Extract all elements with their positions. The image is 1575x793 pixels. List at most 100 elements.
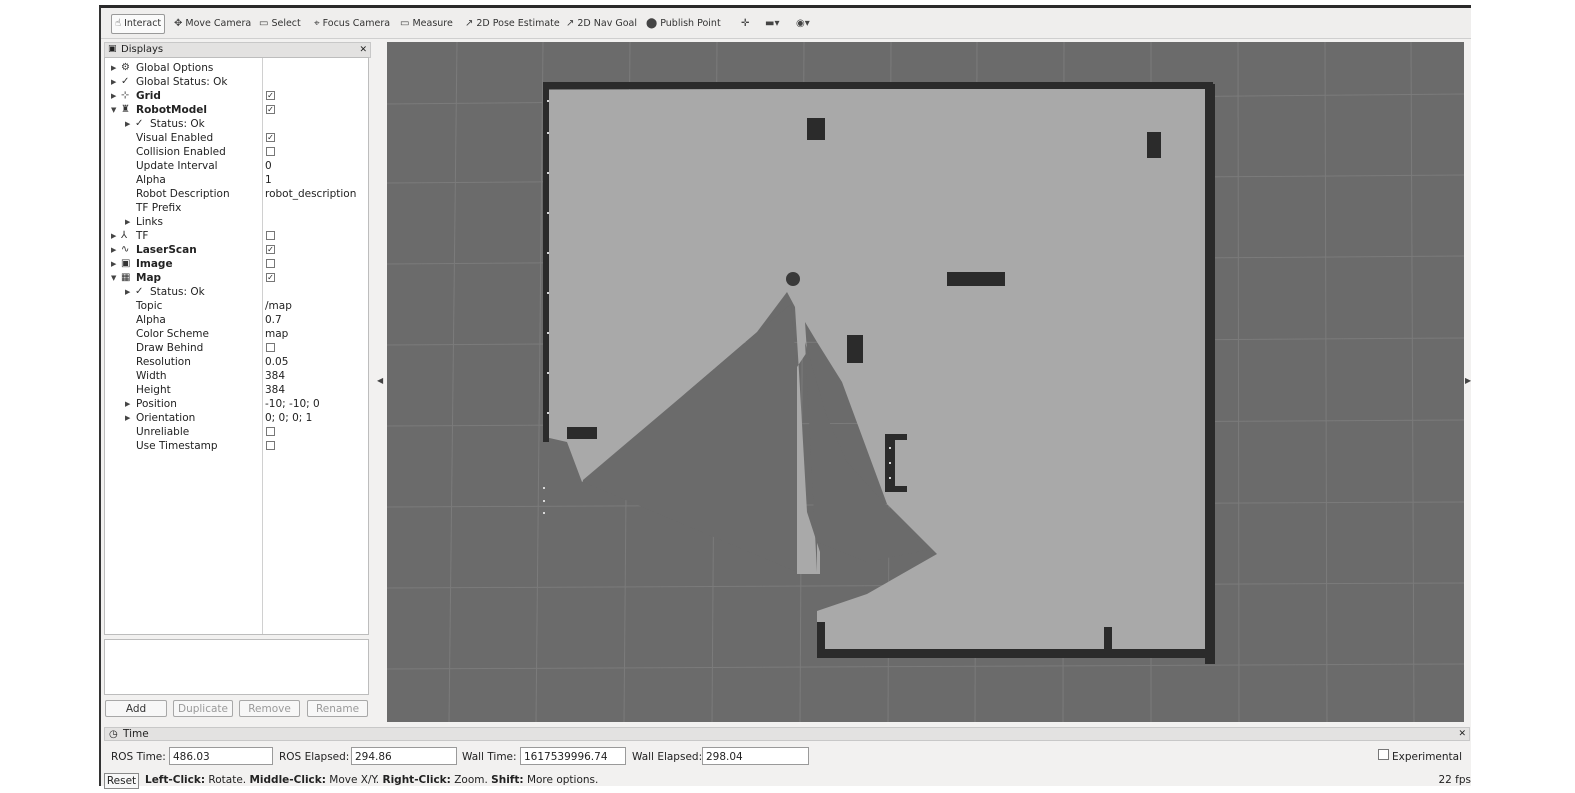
interact-tool[interactable]: ☝ Interact xyxy=(111,14,166,34)
draw-behind-checkbox[interactable] xyxy=(266,343,275,352)
render-viewport[interactable] xyxy=(387,42,1464,722)
image-icon: ▣ xyxy=(121,258,131,269)
laser-wave-icon: ∿ xyxy=(121,244,130,255)
experimental-label: Experimental xyxy=(1392,751,1463,763)
close-icon[interactable]: ✕ xyxy=(359,43,367,57)
topic-value[interactable]: /map xyxy=(265,299,292,313)
select-tool[interactable]: ▭ Select xyxy=(259,15,301,33)
mouse-hint: Left-Click: Rotate. Middle-Click: Move X… xyxy=(145,774,599,786)
tree-row-robot-description: Robot Description robot_description xyxy=(136,187,357,201)
collapse-arrow-icon[interactable]: ▼ xyxy=(111,103,116,117)
expand-arrow-icon[interactable]: ▶ xyxy=(111,75,116,89)
collapse-arrow-icon[interactable]: ▼ xyxy=(111,271,116,285)
move-camera-tool[interactable]: ✥ Move Camera xyxy=(174,15,251,33)
expand-arrow-icon[interactable]: ▶ xyxy=(125,397,130,411)
displays-tree: ▶ ⚙ Global Options ▶ ✓ Global Status: Ok ▶ ⊹ G… xyxy=(104,57,369,635)
publish-point-tool[interactable]: ⬤ Publish Point xyxy=(646,15,721,33)
color-scheme-value[interactable]: map xyxy=(265,327,288,341)
width-value[interactable]: 384 xyxy=(265,369,285,383)
ros-elapsed-label: ROS Elapsed: xyxy=(279,751,350,763)
tree-row-image[interactable]: ▶ ▣ Image xyxy=(105,257,368,271)
tree-row-map[interactable]: ▼ ▦ Map ✓ xyxy=(105,271,368,285)
nav-goal-tool[interactable]: ↗ 2D Nav Goal xyxy=(566,15,637,33)
expand-arrow-icon[interactable]: ▶ xyxy=(125,117,130,131)
image-checkbox[interactable] xyxy=(266,259,275,268)
wall-elapsed-field[interactable]: 298.04 xyxy=(702,747,809,765)
remove-button[interactable]: Remove xyxy=(239,700,300,717)
expand-arrow-icon[interactable]: ▶ xyxy=(125,411,130,425)
robot-icon: ♜ xyxy=(121,104,130,115)
expand-arrow-icon[interactable]: ▶ xyxy=(111,229,116,243)
tree-row-alpha: Alpha 1 xyxy=(136,173,272,187)
measure-tool[interactable]: ▭ Measure xyxy=(400,15,453,33)
status-bar: Reset Left-Click: Rotate. Middle-Click: … xyxy=(101,772,1471,789)
grid-checkbox[interactable]: ✓ xyxy=(266,91,275,100)
move-camera-icon: ✥ xyxy=(174,18,183,29)
tree-row-robotmodel[interactable]: ▼ ♜ RobotModel ✓ xyxy=(105,103,368,117)
expand-arrow-icon[interactable]: ▶ xyxy=(111,61,116,75)
time-title: Time xyxy=(123,728,149,740)
remove-tool-button[interactable]: ▬▾ xyxy=(765,15,782,33)
expand-arrow-icon[interactable]: ▶ xyxy=(111,243,116,257)
pose-arrow-icon: ↗ xyxy=(465,18,474,29)
add-tool-button[interactable]: ✛ xyxy=(741,15,752,33)
rename-button[interactable]: Rename xyxy=(307,700,368,717)
free-space xyxy=(545,87,1211,657)
clock-icon: ◷ xyxy=(109,729,118,740)
laserscan-checkbox[interactable]: ✓ xyxy=(266,245,275,254)
focus-camera-tool[interactable]: ⌖ Focus Camera xyxy=(314,15,390,33)
collapse-right-panel-icon[interactable]: ▶ xyxy=(1465,376,1471,385)
alpha-value[interactable]: 1 xyxy=(265,173,272,187)
wall-time-field[interactable]: 1617539996.74 xyxy=(520,747,626,765)
tree-row-width: Width 384 xyxy=(136,369,286,383)
expand-arrow-icon[interactable]: ▶ xyxy=(111,89,116,103)
collision-enabled-checkbox[interactable] xyxy=(266,147,275,156)
tree-row-grid[interactable]: ▶ ⊹ Grid ✓ xyxy=(105,89,368,103)
nav-arrow-icon: ↗ xyxy=(566,18,575,29)
experimental-checkbox[interactable] xyxy=(1378,749,1389,760)
duplicate-button[interactable]: Duplicate xyxy=(173,700,233,717)
add-button[interactable]: Add xyxy=(105,700,167,717)
minus-dropdown-icon: ▬▾ xyxy=(765,18,780,29)
position-value[interactable]: -10; -10; 0 xyxy=(265,397,320,411)
pose-estimate-tool[interactable]: ↗ 2D Pose Estimate xyxy=(465,15,560,33)
visual-enabled-checkbox[interactable]: ✓ xyxy=(266,133,275,142)
close-icon[interactable]: ✕ xyxy=(1458,728,1466,741)
expand-arrow-icon[interactable]: ▶ xyxy=(125,215,130,229)
robot-description-value[interactable]: robot_description xyxy=(265,187,356,201)
tree-row-global-status[interactable]: ▶ ✓ Global Status: Ok xyxy=(105,75,368,89)
tree-row-resolution: Resolution 0.05 xyxy=(136,355,289,369)
view-options-button[interactable]: ◉▾ xyxy=(796,15,813,33)
update-interval-value[interactable]: 0 xyxy=(265,159,272,173)
height-value[interactable]: 384 xyxy=(265,383,285,397)
map-pin-icon: ⬤ xyxy=(646,18,658,29)
collapse-left-panel-icon[interactable]: ◀ xyxy=(377,376,383,385)
ros-elapsed-field[interactable]: 294.86 xyxy=(351,747,457,765)
tree-row-position[interactable]: ▶ Position -10; -10; 0 xyxy=(105,397,368,411)
tree-row-global-options[interactable]: ▶ ⚙ Global Options xyxy=(105,61,368,75)
use-timestamp-checkbox[interactable] xyxy=(266,441,275,450)
tf-axes-icon: ⅄ xyxy=(121,230,128,241)
map-checkbox[interactable]: ✓ xyxy=(266,273,275,282)
reset-button[interactable]: Reset xyxy=(104,773,139,789)
resolution-value[interactable]: 0.05 xyxy=(265,355,288,369)
expand-arrow-icon[interactable]: ▶ xyxy=(125,285,130,299)
tree-row-map-alpha: Alpha 0.7 xyxy=(136,313,282,327)
tree-row-map-status[interactable]: ▶ ✓ Status: Ok xyxy=(105,285,368,299)
focus-crosshair-icon: ⌖ xyxy=(314,18,320,29)
expand-arrow-icon[interactable]: ▶ xyxy=(111,257,116,271)
tree-row-draw-behind: Draw Behind xyxy=(105,341,368,355)
tree-row-tf[interactable]: ▶ ⅄ TF xyxy=(105,229,368,243)
tree-row-links[interactable]: ▶ Links xyxy=(105,215,368,229)
tree-row-orientation[interactable]: ▶ Orientation 0; 0; 0; 1 xyxy=(105,411,368,425)
orientation-value[interactable]: 0; 0; 0; 1 xyxy=(265,411,312,425)
tree-row-laserscan[interactable]: ▶ ∿ LaserScan ✓ xyxy=(105,243,368,257)
tree-row-color-scheme: Color Scheme map xyxy=(136,327,289,341)
tree-row-robotmodel-status[interactable]: ▶ ✓ Status: Ok xyxy=(105,117,368,131)
ros-time-field[interactable]: 486.03 xyxy=(169,747,273,765)
tf-checkbox[interactable] xyxy=(266,231,275,240)
unreliable-checkbox[interactable] xyxy=(266,427,275,436)
robotmodel-checkbox[interactable]: ✓ xyxy=(266,105,275,114)
map-alpha-value[interactable]: 0.7 xyxy=(265,313,282,327)
checkmark-icon: ✓ xyxy=(135,286,144,297)
